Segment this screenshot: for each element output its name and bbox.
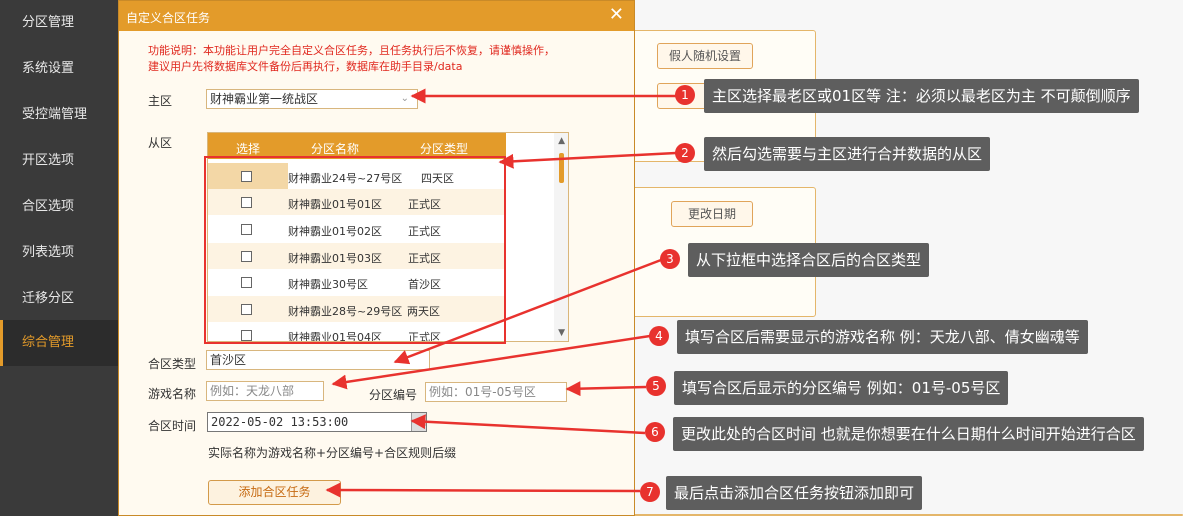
step-number-1: 1 — [675, 85, 695, 105]
arrow-6 — [410, 414, 646, 435]
callout-3: 从下拉框中选择合区后的合区类型 — [688, 243, 930, 277]
arrow-2 — [498, 151, 677, 169]
step-number-7: 7 — [640, 482, 660, 502]
step-number-3: 3 — [660, 249, 680, 269]
arrow-3 — [393, 258, 662, 365]
callout-5: 填写合区后显示的分区编号 例如：01号-05号区 — [674, 371, 1009, 405]
step-number-6: 6 — [645, 422, 665, 442]
arrow-5 — [565, 381, 647, 397]
step-number-5: 5 — [646, 376, 666, 396]
callout-6: 更改此处的合区时间 也就是你想要在什么日期什么时间开始进行合区 — [673, 417, 1144, 451]
callout-4: 填写合区后需要显示的游戏名称 例：天龙八部、倩女幽魂等 — [677, 320, 1088, 354]
step-number-4: 4 — [649, 326, 669, 346]
arrow-7 — [325, 482, 641, 498]
callout-7: 最后点击添加合区任务按钮添加即可 — [666, 476, 923, 510]
step-number-2: 2 — [675, 143, 695, 163]
arrow-4 — [331, 334, 651, 390]
callout-2: 然后勾选需要与主区进行合并数据的从区 — [704, 137, 991, 171]
callout-1: 主区选择最老区或01区等 注：必须以最老区为主 不可颠倒顺序 — [704, 79, 1139, 113]
